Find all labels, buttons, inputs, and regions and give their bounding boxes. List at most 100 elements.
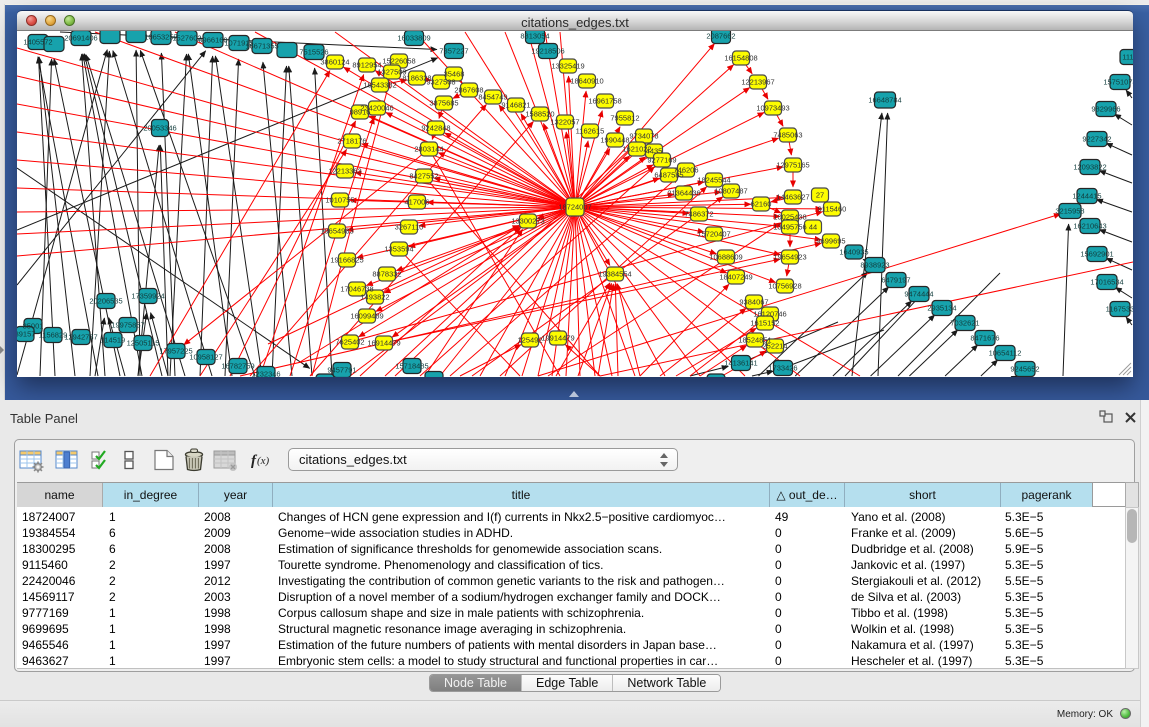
svg-text:3215958: 3215958	[1055, 207, 1084, 216]
svg-text:1527602: 1527602	[172, 34, 201, 43]
svg-text:6487585: 6487585	[654, 171, 683, 180]
svg-text:6479197: 6479197	[881, 276, 910, 285]
svg-text:7485063: 7485063	[773, 131, 802, 140]
svg-text:16210643: 16210643	[1073, 222, 1106, 231]
svg-text:16782759: 16782759	[221, 362, 254, 371]
svg-text:7486372: 7486372	[684, 210, 713, 219]
svg-text:9277169: 9277169	[647, 156, 676, 165]
svg-text:9457791: 9457791	[327, 366, 356, 375]
svg-text:2803144: 2803144	[414, 145, 443, 154]
svg-text:20691406: 20691406	[64, 34, 97, 43]
svg-text:8427552: 8427552	[409, 172, 438, 181]
svg-text:10958127: 10958127	[189, 353, 222, 362]
svg-text:12213967: 12213967	[741, 78, 774, 87]
svg-text:18407249: 18407249	[719, 273, 752, 282]
svg-text:16543382: 16543382	[363, 81, 396, 90]
svg-text:18724007: 18724007	[558, 203, 591, 212]
svg-text:23420046: 23420046	[360, 104, 393, 113]
svg-text:16914479: 16914479	[367, 339, 400, 348]
svg-text:15751074: 15751074	[1103, 78, 1133, 87]
svg-text:2087662: 2087662	[706, 32, 735, 41]
svg-text:10807487: 10807487	[714, 187, 747, 196]
svg-text:21364436: 21364436	[667, 189, 700, 198]
svg-text:7357227: 7357227	[439, 47, 468, 56]
svg-text:7032621: 7032621	[950, 319, 979, 328]
svg-text:3267110: 3267110	[395, 223, 424, 232]
svg-text:12505115: 12505115	[127, 339, 160, 348]
svg-text:1353594: 1353594	[384, 245, 413, 254]
svg-text:17016534: 17016534	[1090, 278, 1123, 287]
svg-text:1244415: 1244415	[1072, 192, 1101, 201]
svg-text:1322057: 1322057	[550, 118, 579, 127]
svg-text:39157: 39157	[17, 330, 35, 339]
svg-text:19654983: 19654983	[320, 227, 353, 236]
svg-text:10654112: 10654112	[989, 349, 1022, 358]
svg-text:1733426: 1733426	[768, 364, 797, 373]
svg-text:13495756: 13495756	[773, 223, 806, 232]
svg-text:9115460: 9115460	[818, 205, 847, 214]
svg-text:9146821: 9146821	[501, 101, 530, 110]
svg-text:16961758: 16961758	[588, 97, 621, 106]
svg-text:2935134: 2935134	[927, 304, 956, 313]
svg-text:1405572: 1405572	[23, 38, 52, 47]
svg-text:16648784: 16648784	[868, 96, 901, 105]
svg-text:1232346: 1232346	[251, 370, 280, 378]
svg-text:16120746: 16120746	[753, 310, 786, 319]
svg-text:16671355: 16671355	[245, 42, 278, 51]
svg-text:1640935: 1640935	[839, 248, 868, 257]
svg-text:13325419: 13325419	[551, 62, 584, 71]
svg-text:27: 27	[816, 191, 824, 200]
svg-text:9734078: 9734078	[629, 132, 658, 141]
svg-text:3875685: 3875685	[429, 99, 458, 108]
svg-text:17957225: 17957225	[159, 347, 192, 356]
svg-text:16154808: 16154808	[724, 54, 757, 63]
svg-text:20206535: 20206535	[89, 297, 122, 306]
svg-text:19975857: 19975857	[111, 321, 144, 330]
svg-text:14136141: 14136141	[724, 359, 757, 368]
svg-text:15692901: 15692901	[1080, 250, 1113, 259]
svg-text:19166825: 19166825	[330, 256, 363, 265]
svg-text:15226058: 15226058	[382, 57, 415, 66]
svg-text:13300273: 13300273	[511, 217, 544, 226]
svg-text:12213363: 12213363	[328, 167, 361, 176]
svg-text:18245544: 18245544	[697, 176, 730, 185]
svg-text:9242848: 9242848	[421, 124, 450, 133]
svg-text:9829966: 9829966	[1091, 105, 1120, 114]
svg-text:20053346: 20053346	[143, 124, 176, 133]
svg-text:15718485: 15718485	[395, 362, 428, 371]
svg-text:3860124: 3860124	[320, 58, 349, 67]
svg-text:9699695: 9699695	[816, 237, 845, 246]
svg-text:1010755: 1010755	[325, 196, 354, 205]
svg-text:12975165: 12975165	[776, 161, 809, 170]
svg-text:1493822: 1493822	[360, 293, 389, 302]
svg-text:252214: 252214	[762, 342, 787, 351]
svg-text:35468: 35468	[444, 70, 465, 79]
svg-text:12093822: 12093822	[1073, 163, 1106, 172]
svg-text:10688609: 10688609	[709, 253, 742, 262]
svg-text:12942737: 12942737	[64, 333, 97, 342]
svg-text:7515526: 7515526	[299, 48, 328, 57]
svg-text:1162615: 1162615	[576, 127, 605, 136]
svg-text:10756928: 10756928	[768, 282, 801, 291]
svg-text:1112: 1112	[1122, 53, 1133, 62]
svg-text:1156829: 1156829	[39, 331, 68, 340]
svg-text:9227342: 9227342	[1082, 135, 1111, 144]
svg-text:7955812: 7955812	[610, 114, 639, 123]
svg-text:417006: 417006	[404, 198, 429, 207]
svg-text:16099489: 16099489	[350, 312, 383, 321]
svg-text:9245652: 9245652	[1010, 365, 1039, 374]
svg-text:114519: 114519	[101, 336, 125, 345]
svg-text:19914479: 19914479	[541, 334, 574, 343]
svg-text:17359924: 17359924	[131, 292, 164, 301]
svg-text:19384554: 19384554	[598, 270, 631, 279]
svg-text:125492: 125492	[517, 336, 542, 345]
svg-text:44: 44	[809, 223, 817, 232]
svg-text:15720407: 15720407	[697, 230, 730, 239]
svg-text:8813054: 8813054	[520, 32, 549, 41]
svg-text:9384067: 9384067	[739, 298, 768, 307]
svg-text:(x): (x)	[257, 455, 270, 467]
svg-text:8878332: 8878332	[372, 270, 401, 279]
svg-text:6966160: 6966160	[198, 36, 227, 45]
svg-text:19654923: 19654923	[773, 253, 806, 262]
svg-text:8471676: 8471676	[970, 334, 999, 343]
